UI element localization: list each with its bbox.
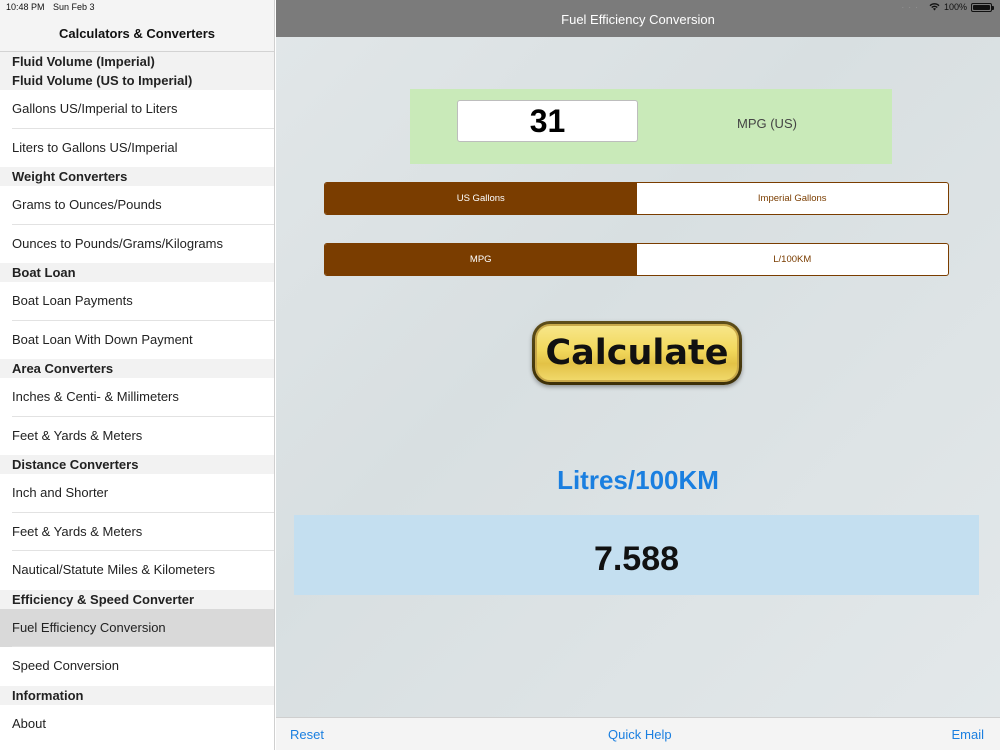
fuel-value-input[interactable]: 31 [457, 100, 638, 142]
sidebar-title: Calculators & Converters [58, 26, 216, 41]
section-header: Efficiency & Speed Converter [0, 589, 274, 609]
detail-pane: Fuel Efficiency Conversion 31 MPG (US) U… [276, 0, 1000, 750]
sidebar-item[interactable]: Liters to Gallons US/Imperial [0, 128, 274, 167]
status-time: 10:48 PM [6, 2, 45, 12]
wifi-icon [929, 3, 940, 11]
status-indicators: · · · 100% [901, 2, 994, 12]
sidebar-item[interactable]: Inches & Centi- & Millimeters [0, 378, 274, 417]
reset-button[interactable]: Reset [290, 727, 324, 742]
battery-percent: 100% [943, 2, 967, 12]
gallon-type-selector: US Gallons Imperial Gallons [324, 182, 949, 215]
sidebar-item[interactable]: Nautical/Statute Miles & Kilometers [0, 551, 274, 590]
sidebar-item[interactable]: Speed Conversion [0, 647, 274, 686]
calculate-button-label: Calculate [535, 324, 739, 382]
sidebar-item[interactable]: Ounces to Pounds/Grams/Kilograms [0, 224, 274, 263]
sidebar: Calculators & Converters Fluid Volume (I… [0, 0, 275, 750]
section-header: Distance Converters [0, 455, 274, 474]
page-title: Fuel Efficiency Conversion [561, 12, 715, 27]
section-header: Area Converters [0, 359, 274, 378]
section-header: Fluid Volume (US to Imperial) [0, 71, 274, 90]
battery-level-fill [973, 4, 990, 10]
quick-help-button[interactable]: Quick Help [608, 727, 672, 742]
segment-imperial-gallons[interactable]: Imperial Gallons [637, 183, 949, 214]
battery-tip [992, 5, 994, 10]
status-bar: 10:48 PM Sun Feb 3 · · · 100% [0, 0, 1000, 14]
sidebar-item[interactable]: Gallons US/Imperial to Liters [0, 90, 274, 129]
sidebar-item[interactable]: Inch and Shorter [0, 474, 274, 513]
input-unit-label: MPG (US) [737, 116, 797, 131]
battery-icon [971, 2, 994, 12]
sidebar-item[interactable]: Feet & Yards & Meters [0, 416, 274, 455]
segment-l-100km[interactable]: L/100KM [637, 244, 949, 275]
input-panel: 31 MPG (US) [410, 89, 892, 164]
calculate-button[interactable]: Calculate [532, 321, 742, 385]
section-header: Information [0, 685, 274, 705]
result-unit-label: Litres/100KM [557, 465, 719, 495]
email-button[interactable]: Email [951, 727, 984, 742]
sidebar-list: Fluid Volume (Imperial) Fluid Volume (US … [0, 52, 274, 743]
result-value: 7.588 [294, 515, 979, 595]
status-date: Sun Feb 3 [53, 2, 95, 12]
segment-us-gallons[interactable]: US Gallons [325, 183, 637, 214]
bottom-toolbar: Reset Quick Help Email [276, 717, 1000, 750]
section-header: Fluid Volume (Imperial) [0, 52, 274, 71]
section-header: Weight Converters [0, 167, 274, 186]
converter-content: 31 MPG (US) US Gallons Imperial Gallons … [276, 37, 1000, 717]
section-header: Boat Loan [0, 263, 274, 282]
segment-mpg[interactable]: MPG [325, 244, 637, 275]
sidebar-item[interactable]: Fuel Efficiency Conversion [0, 608, 274, 647]
sidebar-item[interactable]: Feet & Yards & Meters [0, 512, 274, 551]
sidebar-item[interactable]: Boat Loan Payments [0, 282, 274, 321]
sidebar-item[interactable]: About [0, 704, 274, 743]
sidebar-item[interactable]: Boat Loan With Down Payment [0, 320, 274, 359]
multitasking-dots-icon: · · · [901, 2, 919, 12]
conversion-mode-selector: MPG L/100KM [324, 243, 949, 276]
sidebar-item[interactable]: Grams to Ounces/Pounds [0, 186, 274, 225]
